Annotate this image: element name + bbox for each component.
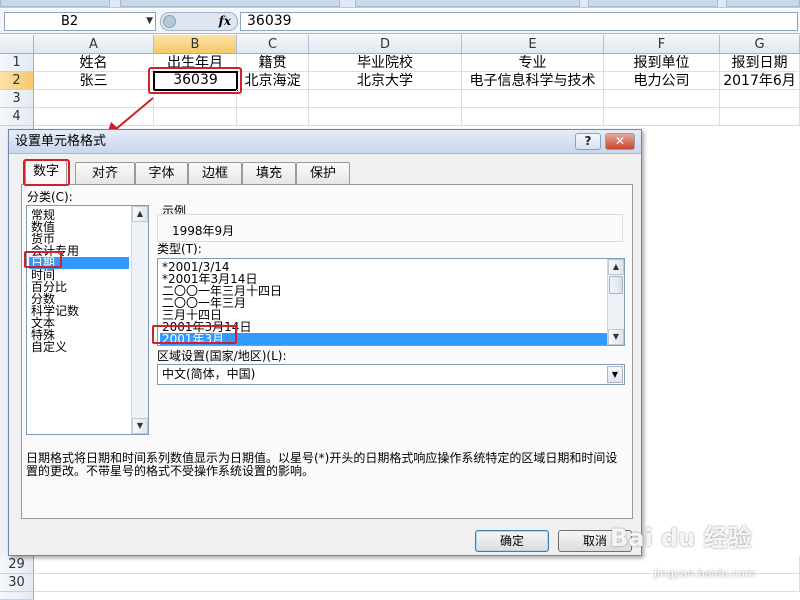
ribbon-strip <box>0 0 800 8</box>
scroll-up-icon[interactable]: ▲ <box>132 206 148 222</box>
type-scrollbar[interactable]: ▲ ▼ <box>607 259 624 345</box>
baidu-jingyan-watermark: Bai du 经验 <box>610 524 752 552</box>
chevron-down-icon[interactable]: ▼ <box>607 366 623 383</box>
cell-a4[interactable] <box>34 108 154 126</box>
category-list[interactable]: 常规 数值 货币 会计专用 日期 时间 百分比 分数 科学记数 文本 特殊 自定… <box>26 205 149 435</box>
sample-value: 1998年9月 <box>172 224 235 238</box>
formula-bar: B2 ▼ fx 36039 <box>0 9 800 34</box>
scroll-thumb[interactable] <box>609 276 623 294</box>
name-box[interactable]: B2 ▼ <box>4 12 156 31</box>
tab-font[interactable]: 字体 <box>135 162 188 184</box>
sample-box: 1998年9月 <box>157 214 623 242</box>
cell-e1[interactable]: 专业 <box>462 54 604 72</box>
column-header-a[interactable]: A <box>34 35 154 54</box>
cell-c3[interactable] <box>237 90 309 108</box>
row-header-31[interactable] <box>0 592 34 600</box>
format-description: 日期格式将日期和时间系列数值显示为日期值。以星号(*)开头的日期格式响应操作系统… <box>26 451 618 478</box>
cell-g2[interactable]: 2017年6月 <box>720 72 800 90</box>
cell-d2[interactable]: 北京大学 <box>309 72 462 90</box>
tab-alignment[interactable]: 对齐 <box>75 162 135 184</box>
locale-select[interactable]: 中文(简体，中国) ▼ <box>157 364 625 385</box>
cell-f4[interactable] <box>604 108 720 126</box>
type-label: 类型(T): <box>157 242 202 256</box>
locale-label: 区域设置(国家/地区)(L): <box>157 349 287 363</box>
dialog-titlebar[interactable]: 设置单元格格式 ? ✕ <box>9 130 641 154</box>
locale-value: 中文(简体，中国) <box>162 367 256 381</box>
help-button[interactable]: ? <box>575 133 601 150</box>
ribbon-group[interactable] <box>726 0 800 7</box>
scroll-down-icon[interactable]: ▼ <box>132 418 148 434</box>
column-header-e[interactable]: E <box>462 35 604 54</box>
cell-c2[interactable]: 北京海淀 <box>237 72 309 90</box>
select-all-corner[interactable] <box>0 35 34 54</box>
cell-d1[interactable]: 毕业院校 <box>309 54 462 72</box>
ribbon-group[interactable] <box>0 0 110 7</box>
chevron-down-icon[interactable]: ▼ <box>146 13 153 30</box>
cell-b4[interactable] <box>154 108 237 126</box>
dialog-title: 设置单元格格式 <box>15 134 107 149</box>
cell-e4[interactable] <box>462 108 604 126</box>
name-box-value: B2 <box>61 14 79 29</box>
ribbon-group[interactable] <box>120 0 340 7</box>
cell-d4[interactable] <box>309 108 462 126</box>
cell-c4[interactable] <box>237 108 309 126</box>
cell-g4[interactable] <box>720 108 800 126</box>
watermark-url: jingyan.baidu.com <box>654 567 756 580</box>
resize-handle-icon[interactable] <box>163 15 176 28</box>
cell-g1[interactable]: 报到日期 <box>720 54 800 72</box>
format-cells-dialog: 设置单元格格式 ? ✕ 数字 对齐 字体 边框 填充 保护 分类(C): 常规 … <box>8 129 642 556</box>
column-header-b[interactable]: B <box>154 35 237 54</box>
type-item[interactable]: 二〇〇一年三月 <box>160 297 607 309</box>
cell-f1[interactable]: 报到单位 <box>604 54 720 72</box>
column-header-c[interactable]: C <box>237 35 309 54</box>
scroll-up-icon[interactable]: ▲ <box>608 259 624 275</box>
cell-c1[interactable]: 籍贯 <box>237 54 309 72</box>
highlight-box-type-selected <box>152 325 237 344</box>
cell-b3[interactable] <box>154 90 237 108</box>
row-header-3[interactable]: 3 <box>0 90 34 108</box>
insert-function-button[interactable]: fx <box>219 13 231 30</box>
tab-border[interactable]: 边框 <box>188 162 242 184</box>
cell-b1[interactable]: 出生年月 <box>154 54 237 72</box>
row-header-2[interactable]: 2 <box>0 72 34 90</box>
ribbon-group[interactable] <box>355 0 580 7</box>
close-button[interactable]: ✕ <box>605 133 635 150</box>
formula-input[interactable]: 36039 <box>240 12 798 31</box>
cell-e3[interactable] <box>462 90 604 108</box>
cell-e2[interactable]: 电子信息科学与技术 <box>462 72 604 90</box>
column-header-d[interactable]: D <box>309 35 462 54</box>
row-header-29[interactable]: 29 <box>0 556 34 574</box>
row-header-4[interactable]: 4 <box>0 108 34 126</box>
ok-button[interactable]: 确定 <box>475 530 549 552</box>
highlight-box-tab-number <box>23 159 70 186</box>
highlight-box-category-date <box>24 251 62 268</box>
tab-fill[interactable]: 填充 <box>242 162 296 184</box>
category-label: 分类(C): <box>27 190 73 204</box>
cell-b2[interactable]: 36039 <box>153 71 238 91</box>
column-header-g[interactable]: G <box>720 35 800 54</box>
formula-controls: fx <box>160 12 238 31</box>
row-header-1[interactable]: 1 <box>0 54 34 72</box>
scroll-down-icon[interactable]: ▼ <box>608 329 624 345</box>
column-header-f[interactable]: F <box>604 35 720 54</box>
row-header-30[interactable]: 30 <box>0 574 34 592</box>
tab-protection[interactable]: 保护 <box>296 162 350 184</box>
cell-a3[interactable] <box>34 90 154 108</box>
category-scrollbar[interactable]: ▲ ▼ <box>131 206 148 434</box>
ribbon-group[interactable] <box>588 0 718 7</box>
cell-a1[interactable]: 姓名 <box>34 54 154 72</box>
cell-d3[interactable] <box>309 90 462 108</box>
cell-a2[interactable]: 张三 <box>34 72 154 90</box>
cell-f2[interactable]: 电力公司 <box>604 72 720 90</box>
cell-f3[interactable] <box>604 90 720 108</box>
category-item[interactable]: 自定义 <box>29 341 129 353</box>
cell-g3[interactable] <box>720 90 800 108</box>
